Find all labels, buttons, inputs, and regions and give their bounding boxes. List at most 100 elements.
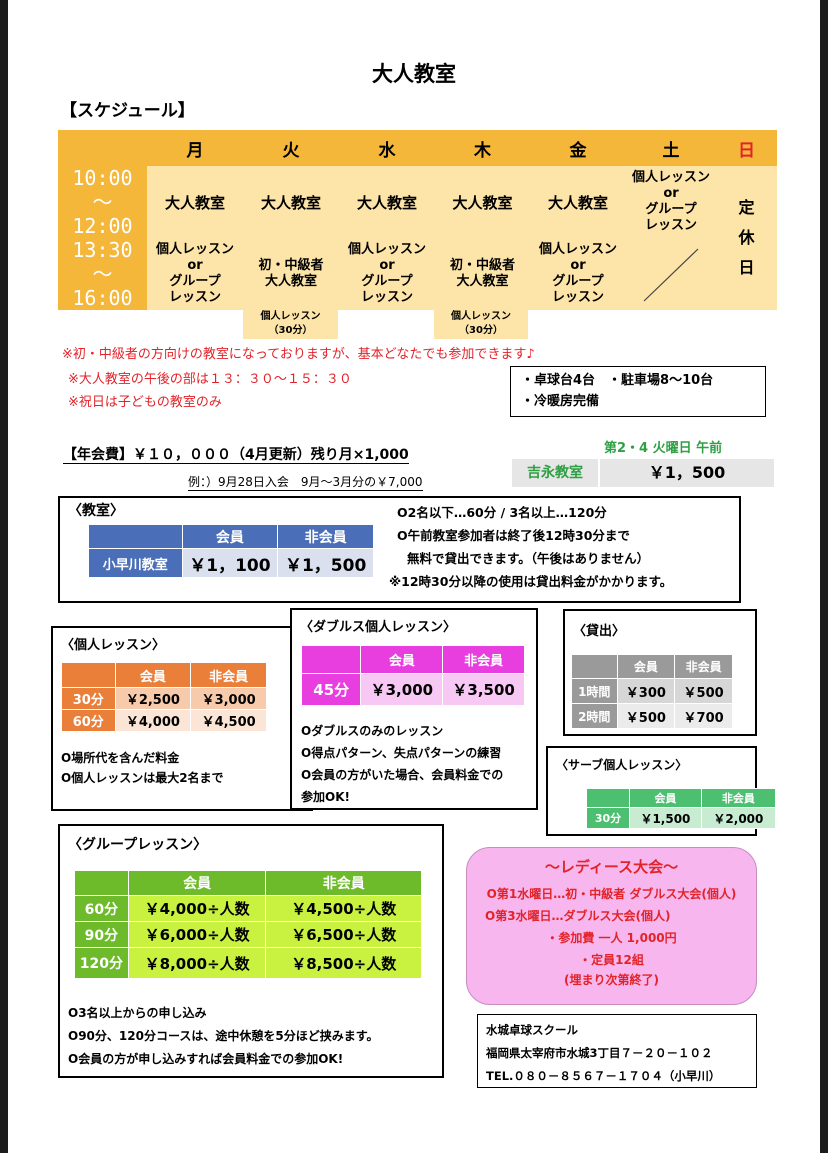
classroom-row-label: 小早川教室: [88, 548, 183, 578]
annual-fee-example: 例：）9月28日入会 9月〜3月分の￥7,000: [188, 475, 423, 491]
group-note: O会員の方が申し込みすれば会員料金での参加OK!: [68, 1052, 344, 1066]
group-lesson-table: 会員 非会員 60分 ￥4,000÷人数 ￥4,500÷人数 90分 ￥6,00…: [74, 870, 422, 979]
morning-thu: 大人教室: [452, 193, 513, 212]
doubles-note: O会員の方がいた場合、会員料金での: [301, 768, 504, 782]
group-note: O3名以上からの申し込み: [68, 1006, 207, 1020]
morning-fri: 大人教室: [547, 193, 608, 212]
ladies-tournament-box: 〜レディース大会〜 O第1水曜日…初・中級者 ダブルス大会(個人) O第3水曜日…: [466, 847, 757, 1005]
sunday-char: 日: [738, 258, 755, 277]
doubles-row-label: 45分: [300, 673, 362, 706]
morning-time: 10:00 〜 12:00: [58, 166, 147, 238]
rental-header-nonmember: 非会員: [674, 654, 733, 679]
classroom-note: O2名以下…60分 / 3名以上…120分: [397, 505, 607, 520]
private-lesson-table: 会員 非会員 30分 ￥2,500 ￥3,000 60分 ￥4,000 ￥4,5…: [61, 662, 267, 732]
note-holiday: ※祝日は子どもの教室のみ: [68, 395, 222, 410]
afternoon-thu: 初・中級者 大人教室: [435, 238, 530, 310]
schedule-table: 月 火 水 木 金 土 日 10:00 〜 12:00 大人教室 大人教室 大人…: [58, 130, 777, 310]
facility-line: ・冷暖房完備: [521, 394, 600, 409]
serve-lesson-title: 〈サーブ個人レッスン〉: [556, 758, 688, 772]
group-member-price: ￥8,000÷人数: [127, 947, 267, 979]
private-note: O場所代を含んだ料金: [61, 751, 180, 765]
private-lesson-box: 〈個人レッスン〉 会員 非会員 30分 ￥2,500 ￥3,000 60分 ￥4…: [51, 626, 313, 811]
doubles-note: 参加OK!: [301, 790, 350, 804]
private-row: 30分 ￥2,500 ￥3,000: [61, 687, 267, 710]
yoshinaga-price: ￥1，500: [648, 463, 726, 482]
group-nonmember-price: ￥8,500÷人数: [265, 947, 422, 979]
group-header-nonmember: 非会員: [265, 870, 422, 896]
schedule-day-row: 月 火 水 木 金 土 日: [58, 130, 777, 166]
rental-member-price: ￥300: [616, 678, 676, 704]
day-sat: 土: [662, 140, 680, 161]
school-name: 水城卓球スクール: [486, 1023, 578, 1037]
classroom-corner: [89, 525, 183, 549]
note-beginner: ※初・中級者の方向けの教室になっておりますが、基本どなたでも参加できます♪: [62, 347, 535, 362]
rental-title: 〈貸出〉: [573, 624, 626, 639]
tue-private-lesson-sub: 個人レッスン （30分）: [243, 309, 338, 339]
serve-lesson-box: 〈サーブ個人レッスン〉 会員 非会員 30分 ￥1,500 ￥2,000: [546, 746, 777, 836]
classroom-note: ※12時30分以降の使用は貸出料金がかかります。: [389, 574, 673, 589]
facility-line: ・卓球台4台 ・駐車場8〜10台: [521, 373, 714, 388]
private-row-label: 30分: [61, 687, 116, 710]
sub-tue-line: 個人レッスン: [260, 311, 321, 322]
school-address: 福岡県太宰府市水城3丁目７－２０－１０２: [486, 1046, 713, 1060]
afternoon-tue-line: 初・中級者: [258, 258, 324, 273]
afternoon-start: 13:30: [72, 238, 133, 262]
afternoon-mon-line: or: [187, 258, 203, 273]
sub-tue-line: （30分）: [268, 325, 313, 336]
note-afternoon: ※大人教室の午後の部は１３：３０〜１５：３０: [68, 372, 352, 387]
sunday-closed: 定 休 日: [716, 166, 777, 310]
rental-row: 2時間 ￥500 ￥700: [571, 703, 733, 729]
ladies-line: ・定員12組: [579, 953, 644, 967]
schedule-morning-row: 10:00 〜 12:00 大人教室 大人教室 大人教室 大人教室 大人教室 個…: [58, 166, 777, 277]
afternoon-mon-line: 個人レッスン: [155, 242, 234, 257]
morning-sat-line: グループ: [645, 202, 697, 217]
sunday-char: 定: [738, 198, 755, 217]
group-lesson-title: 〈グループレッスン〉: [68, 837, 208, 853]
private-row: 60分 ￥4,000 ￥4,500: [61, 709, 267, 732]
group-row-label: 90分: [74, 921, 129, 948]
afternoon-fri-line: グループ: [552, 274, 604, 289]
sub-thu-line: （30分）: [459, 325, 503, 336]
private-member-price: ￥2,500: [114, 687, 192, 710]
classroom-member-price: ￥1，100: [181, 548, 279, 578]
afternoon-thu-line: 初・中級者: [449, 258, 515, 273]
doubles-lesson-title: 〈ダブルス個人レッスン〉: [300, 620, 457, 635]
rental-header-member: 会員: [616, 654, 676, 679]
doubles-header-member: 会員: [360, 645, 444, 674]
yoshinaga-header: 第2・4 火曜日 午前: [604, 441, 723, 456]
doubles-note: Oダブルスのみのレッスン: [301, 724, 444, 738]
afternoon-mon-line: レッスン: [168, 290, 221, 305]
private-header-member: 会員: [114, 662, 192, 688]
serve-nonmember-price: ￥2,000: [700, 807, 777, 829]
ladies-line: ・参加費 一人 1,000円: [546, 931, 677, 945]
schedule-heading: 【スケジュール】: [60, 101, 195, 121]
afternoon-wed-line: 個人レッスン: [347, 242, 426, 257]
classroom-header-nonmember: 非会員: [277, 524, 374, 549]
yoshinaga-row: 吉永教室 ￥1，500: [512, 459, 774, 487]
sub-thu-line: 個人レッスン: [451, 311, 511, 322]
page-title: 大人教室: [372, 62, 456, 86]
rental-box: 〈貸出〉 会員 非会員 1時間 ￥300 ￥500 2時間 ￥500 ￥700: [563, 609, 757, 736]
facilities-box: ・卓球台4台 ・駐車場8〜10台 ・冷暖房完備: [510, 366, 766, 417]
afternoon-wed-line: グループ: [361, 274, 413, 289]
group-header-member: 会員: [127, 870, 267, 896]
rental-row: 1時間 ￥300 ￥500: [571, 678, 733, 704]
doubles-member-price: ￥3,000: [360, 673, 444, 706]
doubles-header-nonmember: 非会員: [442, 645, 525, 674]
private-nonmember-price: ￥3,000: [190, 687, 267, 710]
schedule-afternoon-row: 13:30 〜 16:00 個人レッスン or グループ レッスン 初・中級者 …: [58, 238, 777, 310]
ladies-line: (埋まり次第終了): [564, 973, 659, 987]
rental-row-label: 2時間: [571, 703, 618, 729]
classroom-box: 〈教室〉 会員 非会員 小早川教室 ￥1，100 ￥1，500 O2名以下…60…: [58, 496, 741, 603]
afternoon-sat: [626, 238, 716, 310]
serve-header-member: 会員: [629, 788, 702, 808]
private-nonmember-price: ￥4,500: [190, 709, 267, 732]
day-wed: 水: [378, 140, 396, 161]
private-note: O個人レッスンは最大2名まで: [61, 771, 224, 785]
doubles-lesson-box: 〈ダブルス個人レッスン〉 会員 非会員 45分 ￥3,000 ￥3,500 Oダ…: [290, 608, 538, 810]
ladies-line: O第1水曜日…初・中級者 ダブルス大会(個人): [486, 887, 737, 901]
group-member-price: ￥4,000÷人数: [127, 895, 267, 922]
ladies-lines: O第1水曜日…初・中級者 ダブルス大会(個人) O第3水曜日…ダブルス大会(個人…: [467, 883, 756, 989]
afternoon-tilde: 〜: [92, 262, 113, 286]
private-notes: O場所代を含んだ料金 O個人レッスンは最大2名まで: [61, 748, 224, 788]
